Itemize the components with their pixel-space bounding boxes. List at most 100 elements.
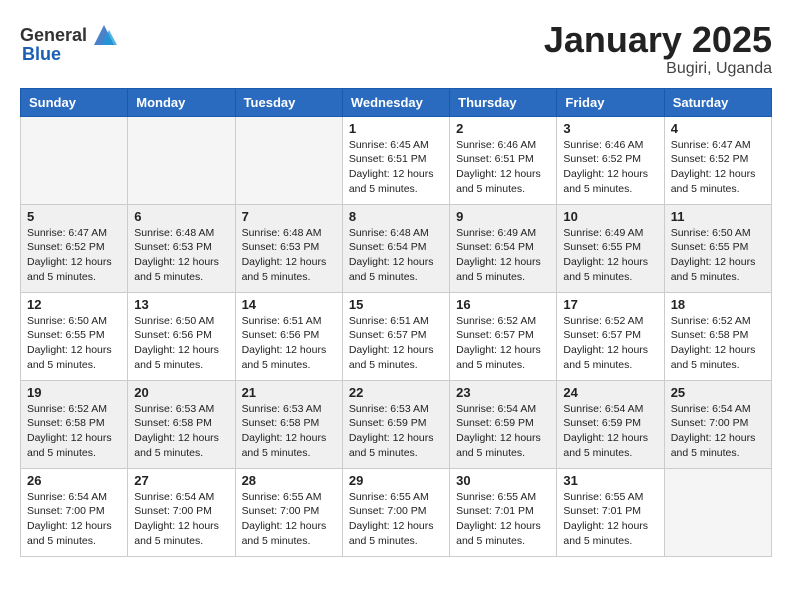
table-row: 2 Sunrise: 6:46 AMSunset: 6:51 PMDaylight…: [450, 116, 557, 204]
table-row: 23 Sunrise: 6:54 AMSunset: 6:59 PMDayligh…: [450, 380, 557, 468]
table-row: 8Sunrise: 6:48 AMSunset: 6:54 PMDaylight…: [342, 204, 449, 292]
table-row: 30 Sunrise: 6:55 AMSunset: 7:01 PMDayligh…: [450, 468, 557, 556]
calendar-week-row: 1 Sunrise: 6:45 AMSunset: 6:51 PMDaylight…: [21, 116, 772, 204]
table-row: [21, 116, 128, 204]
month-year-title: January 2025: [544, 20, 772, 60]
day-number: 6: [134, 209, 228, 224]
table-row: 12 Sunrise: 6:50 AMSunset: 6:55 PMDayligh…: [21, 292, 128, 380]
day-number: 13: [134, 297, 228, 312]
calendar-week-row: 26 Sunrise: 6:54 AMSunset: 7:00 PMDayligh…: [21, 468, 772, 556]
day-info: Sunrise: 6:50 AMSunset: 6:55 PMDaylight:…: [27, 314, 121, 373]
day-info: Sunrise: 6:52 AMSunset: 6:58 PMDaylight:…: [671, 314, 765, 373]
day-info: Sunrise: 6:48 AMSunset: 6:53 PMDaylight:…: [242, 226, 336, 285]
table-row: 4Sunrise: 6:47 AMSunset: 6:52 PMDaylight…: [664, 116, 771, 204]
day-number: 3: [563, 121, 657, 136]
calendar-week-row: 12 Sunrise: 6:50 AMSunset: 6:55 PMDayligh…: [21, 292, 772, 380]
table-row: 26Sunrise: 6:54 AMSunset: 7:00 PMDayligh…: [21, 468, 128, 556]
day-info: Sunrise: 6:49 AMSunset: 6:54 PMDaylight:…: [456, 226, 550, 285]
weekday-header-wednesday: Wednesday: [342, 88, 449, 116]
table-row: 24 Sunrise: 6:54 AMSunset: 6:59 PMDayligh…: [557, 380, 664, 468]
day-info: Sunrise: 6:54 AMSunset: 7:00 PMDaylight:…: [671, 402, 765, 461]
day-number: 8: [349, 209, 443, 224]
day-number: 23: [456, 385, 550, 400]
day-info: Sunrise: 6:54 AMSunset: 6:59 PMDaylight:…: [456, 402, 550, 461]
logo: General Blue: [20, 20, 119, 65]
table-row: 9 Sunrise: 6:49 AMSunset: 6:54 PMDaylight…: [450, 204, 557, 292]
day-info: Sunrise: 6:54 AMSunset: 6:59 PMDaylight:…: [563, 402, 657, 461]
page-header: General Blue January 2025 Bugiri, Uganda: [20, 20, 772, 78]
day-info: Sunrise: 6:46 AMSunset: 6:52 PMDaylight:…: [563, 138, 657, 197]
table-row: 29Sunrise: 6:55 AMSunset: 7:00 PMDayligh…: [342, 468, 449, 556]
table-row: [128, 116, 235, 204]
day-number: 28: [242, 473, 336, 488]
day-info: Sunrise: 6:52 AMSunset: 6:57 PMDaylight:…: [563, 314, 657, 373]
day-number: 7: [242, 209, 336, 224]
day-info: Sunrise: 6:47 AMSunset: 6:52 PMDaylight:…: [671, 138, 765, 197]
day-number: 16: [456, 297, 550, 312]
table-row: [235, 116, 342, 204]
table-row: 17 Sunrise: 6:52 AMSunset: 6:57 PMDayligh…: [557, 292, 664, 380]
table-row: [664, 468, 771, 556]
day-number: 1: [349, 121, 443, 136]
weekday-header-row: SundayMondayTuesdayWednesdayThursdayFrid…: [21, 88, 772, 116]
day-info: Sunrise: 6:45 AMSunset: 6:51 PMDaylight:…: [349, 138, 443, 197]
day-number: 30: [456, 473, 550, 488]
table-row: 27 Sunrise: 6:54 AMSunset: 7:00 PMDayligh…: [128, 468, 235, 556]
calendar-table: SundayMondayTuesdayWednesdayThursdayFrid…: [20, 88, 772, 557]
table-row: 1 Sunrise: 6:45 AMSunset: 6:51 PMDaylight…: [342, 116, 449, 204]
table-row: 31 Sunrise: 6:55 AMSunset: 7:01 PMDayligh…: [557, 468, 664, 556]
day-number: 12: [27, 297, 121, 312]
day-info: Sunrise: 6:55 AMSunset: 7:01 PMDaylight:…: [456, 490, 550, 549]
weekday-header-monday: Monday: [128, 88, 235, 116]
day-number: 17: [563, 297, 657, 312]
day-info: Sunrise: 6:47 AMSunset: 6:52 PMDaylight:…: [27, 226, 121, 285]
day-info: Sunrise: 6:46 AMSunset: 6:51 PMDaylight:…: [456, 138, 550, 197]
table-row: 3 Sunrise: 6:46 AMSunset: 6:52 PMDaylight…: [557, 116, 664, 204]
location-subtitle: Bugiri, Uganda: [544, 60, 772, 78]
weekday-header-thursday: Thursday: [450, 88, 557, 116]
day-number: 21: [242, 385, 336, 400]
title-block: January 2025 Bugiri, Uganda: [544, 20, 772, 78]
table-row: 22 Sunrise: 6:53 AMSunset: 6:59 PMDayligh…: [342, 380, 449, 468]
day-info: Sunrise: 6:54 AMSunset: 7:00 PMDaylight:…: [134, 490, 228, 549]
logo-blue-text: Blue: [22, 44, 61, 65]
weekday-header-friday: Friday: [557, 88, 664, 116]
table-row: 7 Sunrise: 6:48 AMSunset: 6:53 PMDaylight…: [235, 204, 342, 292]
day-info: Sunrise: 6:55 AMSunset: 7:00 PMDaylight:…: [242, 490, 336, 549]
day-number: 27: [134, 473, 228, 488]
day-info: Sunrise: 6:52 AMSunset: 6:57 PMDaylight:…: [456, 314, 550, 373]
day-number: 2: [456, 121, 550, 136]
day-number: 31: [563, 473, 657, 488]
day-number: 18: [671, 297, 765, 312]
day-info: Sunrise: 6:51 AMSunset: 6:57 PMDaylight:…: [349, 314, 443, 373]
table-row: 5 Sunrise: 6:47 AMSunset: 6:52 PMDaylight…: [21, 204, 128, 292]
day-number: 19: [27, 385, 121, 400]
day-number: 24: [563, 385, 657, 400]
table-row: 15 Sunrise: 6:51 AMSunset: 6:57 PMDayligh…: [342, 292, 449, 380]
day-info: Sunrise: 6:50 AMSunset: 6:56 PMDaylight:…: [134, 314, 228, 373]
day-number: 22: [349, 385, 443, 400]
day-number: 20: [134, 385, 228, 400]
day-info: Sunrise: 6:48 AMSunset: 6:53 PMDaylight:…: [134, 226, 228, 285]
weekday-header-tuesday: Tuesday: [235, 88, 342, 116]
table-row: 11Sunrise: 6:50 AMSunset: 6:55 PMDayligh…: [664, 204, 771, 292]
day-info: Sunrise: 6:51 AMSunset: 6:56 PMDaylight:…: [242, 314, 336, 373]
day-number: 25: [671, 385, 765, 400]
day-number: 5: [27, 209, 121, 224]
day-number: 14: [242, 297, 336, 312]
day-number: 15: [349, 297, 443, 312]
logo-icon: [89, 20, 119, 50]
table-row: 14 Sunrise: 6:51 AMSunset: 6:56 PMDayligh…: [235, 292, 342, 380]
calendar-week-row: 5 Sunrise: 6:47 AMSunset: 6:52 PMDaylight…: [21, 204, 772, 292]
day-number: 11: [671, 209, 765, 224]
day-info: Sunrise: 6:53 AMSunset: 6:59 PMDaylight:…: [349, 402, 443, 461]
day-info: Sunrise: 6:55 AMSunset: 7:01 PMDaylight:…: [563, 490, 657, 549]
day-number: 26: [27, 473, 121, 488]
day-info: Sunrise: 6:53 AMSunset: 6:58 PMDaylight:…: [242, 402, 336, 461]
day-number: 9: [456, 209, 550, 224]
table-row: 21 Sunrise: 6:53 AMSunset: 6:58 PMDayligh…: [235, 380, 342, 468]
day-info: Sunrise: 6:52 AMSunset: 6:58 PMDaylight:…: [27, 402, 121, 461]
table-row: 16 Sunrise: 6:52 AMSunset: 6:57 PMDayligh…: [450, 292, 557, 380]
table-row: 13 Sunrise: 6:50 AMSunset: 6:56 PMDayligh…: [128, 292, 235, 380]
table-row: 19 Sunrise: 6:52 AMSunset: 6:58 PMDayligh…: [21, 380, 128, 468]
